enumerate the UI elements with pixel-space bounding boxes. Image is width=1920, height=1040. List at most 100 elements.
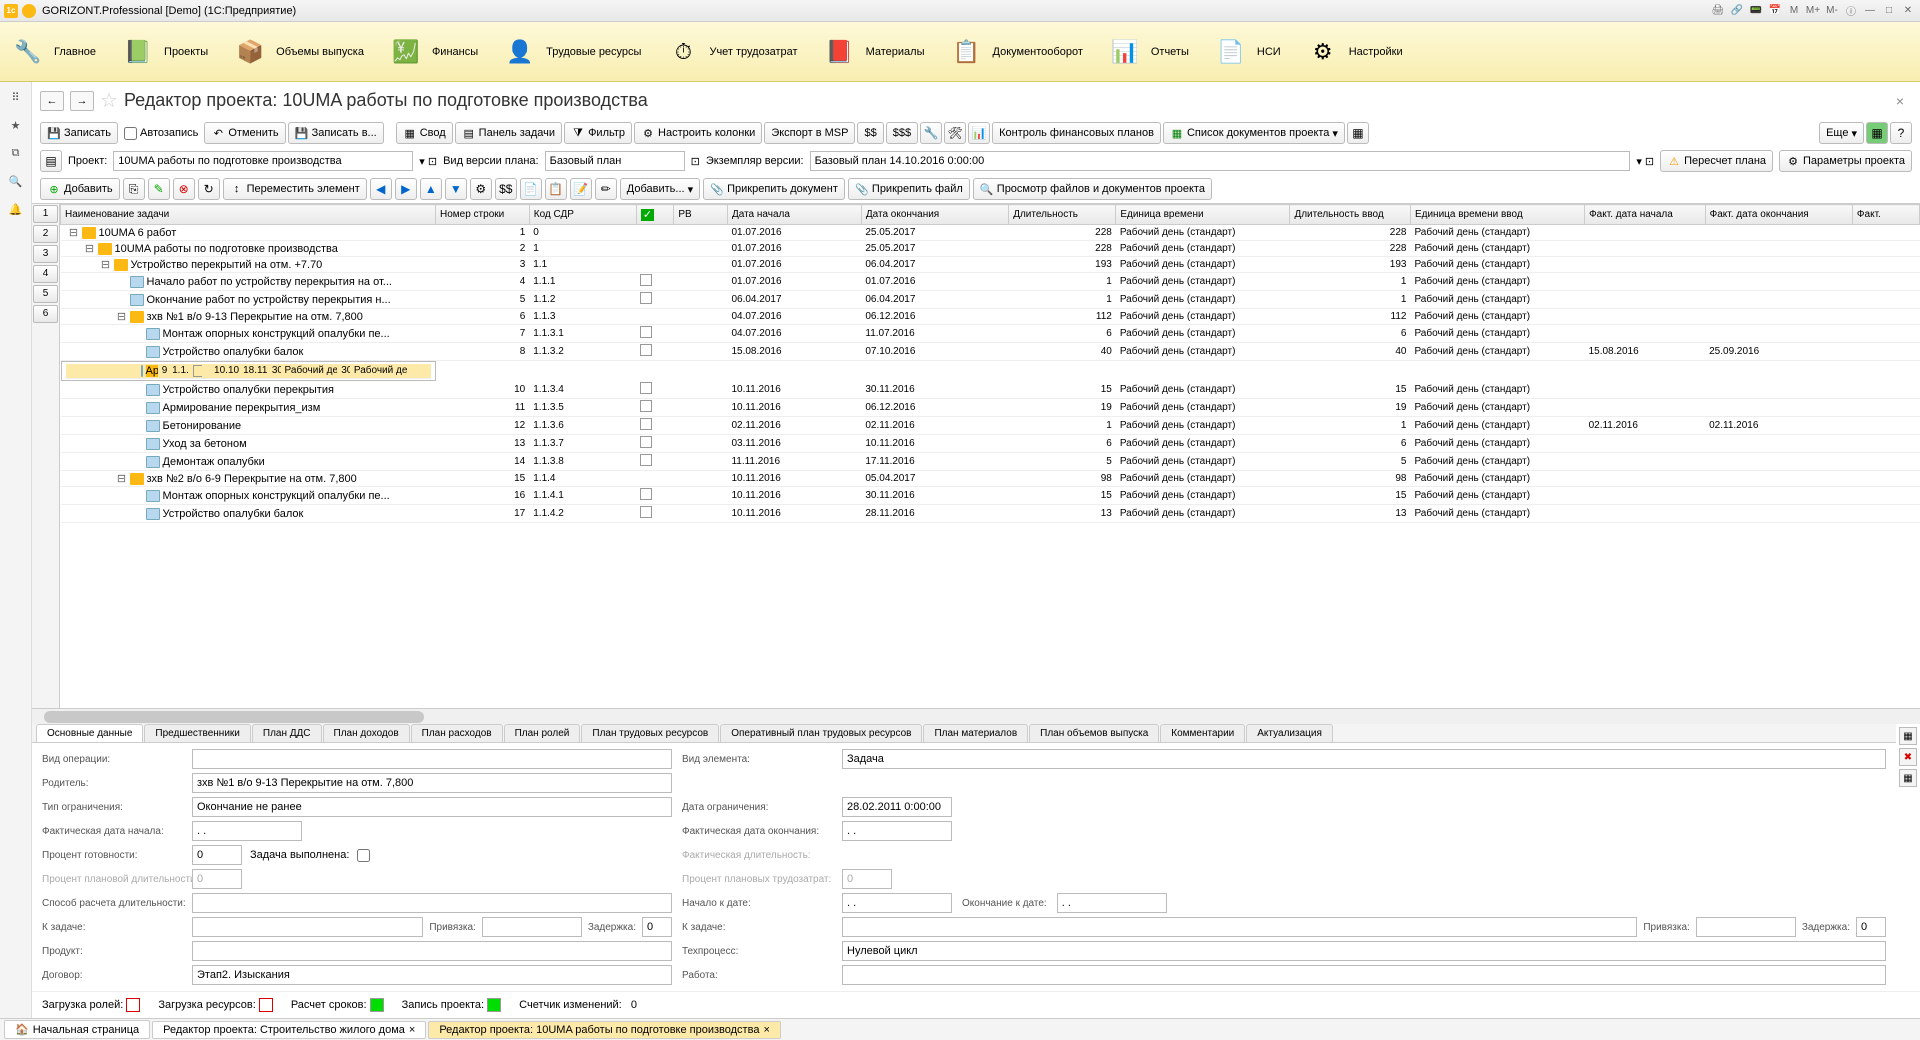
help-button[interactable]: ?: [1890, 122, 1912, 144]
tab-10[interactable]: Комментарии: [1160, 724, 1245, 742]
filter-button[interactable]: ⧩Фильтр: [564, 122, 632, 144]
table-row[interactable]: Начало работ по устройству перекрытия на…: [61, 273, 1920, 291]
green-button[interactable]: ▦: [1866, 122, 1888, 144]
tab-8[interactable]: План материалов: [923, 724, 1028, 742]
doc2-button[interactable]: 📋: [545, 178, 567, 200]
fact-end-field[interactable]: . .: [842, 821, 952, 841]
tool2-button[interactable]: 🛠: [944, 122, 966, 144]
bottom-tab[interactable]: 🏠Начальная страница: [4, 1020, 150, 1039]
tool1-button[interactable]: 🔧: [920, 122, 942, 144]
checkbox-icon[interactable]: [640, 344, 652, 356]
maximize-icon[interactable]: □: [1881, 3, 1897, 19]
plan-select[interactable]: Базовый план: [545, 151, 685, 171]
tech-field[interactable]: Нулевой цикл: [842, 941, 1886, 961]
arrow-right-button[interactable]: ▶: [395, 178, 417, 200]
cancel-button[interactable]: ↶Отменить: [204, 122, 285, 144]
doclist-button[interactable]: ▦Список документов проекта▾: [1163, 122, 1345, 144]
table-row[interactable]: Устройство опалубки балок 81.1.3.2 15.08…: [61, 343, 1920, 361]
parent-field[interactable]: зхв №1 в/о 9-13 Перекрытие на отм. 7,800: [192, 773, 672, 793]
gear-button[interactable]: ⚙: [470, 178, 492, 200]
calc-field[interactable]: [192, 893, 672, 913]
m-plus-btn[interactable]: M+: [1805, 3, 1821, 19]
constraint-date-field[interactable]: 28.02.2011 0:00:00: [842, 797, 952, 817]
expand-icon[interactable]: ⊟: [101, 258, 111, 271]
delete-button[interactable]: ⊗: [173, 178, 195, 200]
menu-Настройки[interactable]: ⚙Настройки: [1305, 34, 1403, 70]
col-header[interactable]: РВ: [674, 205, 728, 225]
minimize-icon[interactable]: —: [1862, 3, 1878, 19]
pct-field[interactable]: 0: [192, 845, 242, 865]
refresh-button[interactable]: ↻: [198, 178, 220, 200]
col-header[interactable]: Единица времени: [1116, 205, 1290, 225]
chart-button[interactable]: 📊: [968, 122, 990, 144]
panel-button[interactable]: ▤Панель задачи: [455, 122, 562, 144]
checkbox-icon[interactable]: [640, 418, 652, 430]
move-button[interactable]: ↕Переместить элемент: [223, 178, 367, 200]
pencil-button[interactable]: ✏: [595, 178, 617, 200]
tab-9[interactable]: План объемов выпуска: [1029, 724, 1159, 742]
checkbox-icon[interactable]: [640, 506, 652, 518]
calc-icon[interactable]: 📟: [1748, 3, 1764, 19]
favorite-icon[interactable]: ☆: [100, 88, 118, 113]
star-icon[interactable]: ★: [7, 116, 25, 134]
copy-button[interactable]: ⎘: [123, 178, 145, 200]
table-row[interactable]: ⊟зхв №2 в/о 6-9 Перекрытие на отм. 7,800…: [61, 471, 1920, 487]
close-page-icon[interactable]: ×: [1896, 93, 1912, 109]
table-row[interactable]: Устройство опалубки балок 171.1.4.2 10.1…: [61, 505, 1920, 523]
calendar-icon[interactable]: 📅: [1767, 3, 1783, 19]
checkbox-icon[interactable]: [640, 382, 652, 394]
tab-5[interactable]: План ролей: [504, 724, 581, 742]
columns-button[interactable]: ⚙Настроить колонки: [634, 122, 762, 144]
task-grid[interactable]: Наименование задачиНомер строкиКод СДР✓Р…: [60, 204, 1920, 708]
recalc-button[interactable]: ⚠Пересчет плана: [1660, 150, 1773, 172]
table-row[interactable]: ⊟зхв №1 в/о 9-13 Перекрытие на отм. 7,80…: [61, 309, 1920, 325]
col-header[interactable]: Длительность ввод: [1290, 205, 1411, 225]
table-row[interactable]: Бетонирование 121.1.3.6 02.11.201602.11.…: [61, 417, 1920, 435]
tab-0[interactable]: Основные данные: [36, 724, 143, 742]
menu-Проекты[interactable]: 📗Проекты: [120, 34, 208, 70]
arrow-left-button[interactable]: ◀: [370, 178, 392, 200]
bottom-tab[interactable]: Редактор проекта: 10UMA работы по подгот…: [428, 1021, 781, 1039]
col-header[interactable]: Номер строки: [436, 205, 530, 225]
version-select[interactable]: Базовый план 14.10.2016 0:00:00: [810, 151, 1631, 171]
back-button[interactable]: ←: [40, 91, 64, 111]
menu-Трудовые ресурсы[interactable]: 👤Трудовые ресурсы: [502, 34, 641, 70]
table-row[interactable]: Армирование балок 91.1.3.3 10.10.201618.…: [61, 361, 436, 381]
table-row[interactable]: ⊟10UMA работы по подготовке производства…: [61, 241, 1920, 257]
product-field[interactable]: [192, 941, 672, 961]
menu-НСИ[interactable]: 📄НСИ: [1213, 34, 1281, 70]
tab-2[interactable]: План ДДС: [252, 724, 322, 742]
menu-Документооборот[interactable]: 📋Документооборот: [949, 34, 1083, 70]
apps-icon[interactable]: ⠿: [7, 88, 25, 106]
proj-params-button[interactable]: ⚙Параметры проекта: [1779, 150, 1912, 172]
more-button[interactable]: Еще▾: [1819, 122, 1864, 144]
arrow-down-button[interactable]: ▼: [445, 178, 467, 200]
link-icon[interactable]: 🔗: [1729, 3, 1745, 19]
table-row[interactable]: ⊟Устройство перекрытий на отм. +7.70 31.…: [61, 257, 1920, 273]
arrow-up-button[interactable]: ▲: [420, 178, 442, 200]
r2-icon[interactable]: ✖: [1899, 748, 1917, 766]
tab-3[interactable]: План доходов: [323, 724, 410, 742]
task-field[interactable]: [192, 917, 423, 937]
table-row[interactable]: Монтаж опорных конструкций опалубки пе..…: [61, 487, 1920, 505]
expand-icon[interactable]: ⊟: [117, 472, 127, 485]
bell-icon[interactable]: 🔔: [7, 200, 25, 218]
checkbox-icon[interactable]: [640, 274, 652, 286]
done-checkbox[interactable]: [357, 849, 370, 862]
bottom-tab[interactable]: Редактор проекта: Строительство жилого д…: [152, 1021, 426, 1039]
operation-field[interactable]: [192, 749, 672, 769]
menu-Отчеты[interactable]: 📊Отчеты: [1107, 34, 1189, 70]
menu-Объемы выпуска[interactable]: 📦Объемы выпуска: [232, 34, 364, 70]
close-icon[interactable]: ✕: [1900, 3, 1916, 19]
tab-close-icon[interactable]: ×: [409, 1024, 415, 1036]
export-button[interactable]: Экспорт в MSP: [764, 122, 855, 144]
col-header[interactable]: Дата начала: [727, 205, 861, 225]
r3-icon[interactable]: ▦: [1899, 769, 1917, 787]
info-icon[interactable]: ⓘ: [1843, 3, 1859, 19]
m-minus-btn[interactable]: M-: [1824, 3, 1840, 19]
menu-Финансы[interactable]: 💹Финансы: [388, 34, 478, 70]
tab-1[interactable]: Предшественники: [144, 724, 250, 742]
menu-Главное[interactable]: 🔧Главное: [10, 34, 96, 70]
checkbox-icon[interactable]: [640, 326, 652, 338]
table-row[interactable]: Демонтаж опалубки 141.1.3.8 11.11.201617…: [61, 453, 1920, 471]
